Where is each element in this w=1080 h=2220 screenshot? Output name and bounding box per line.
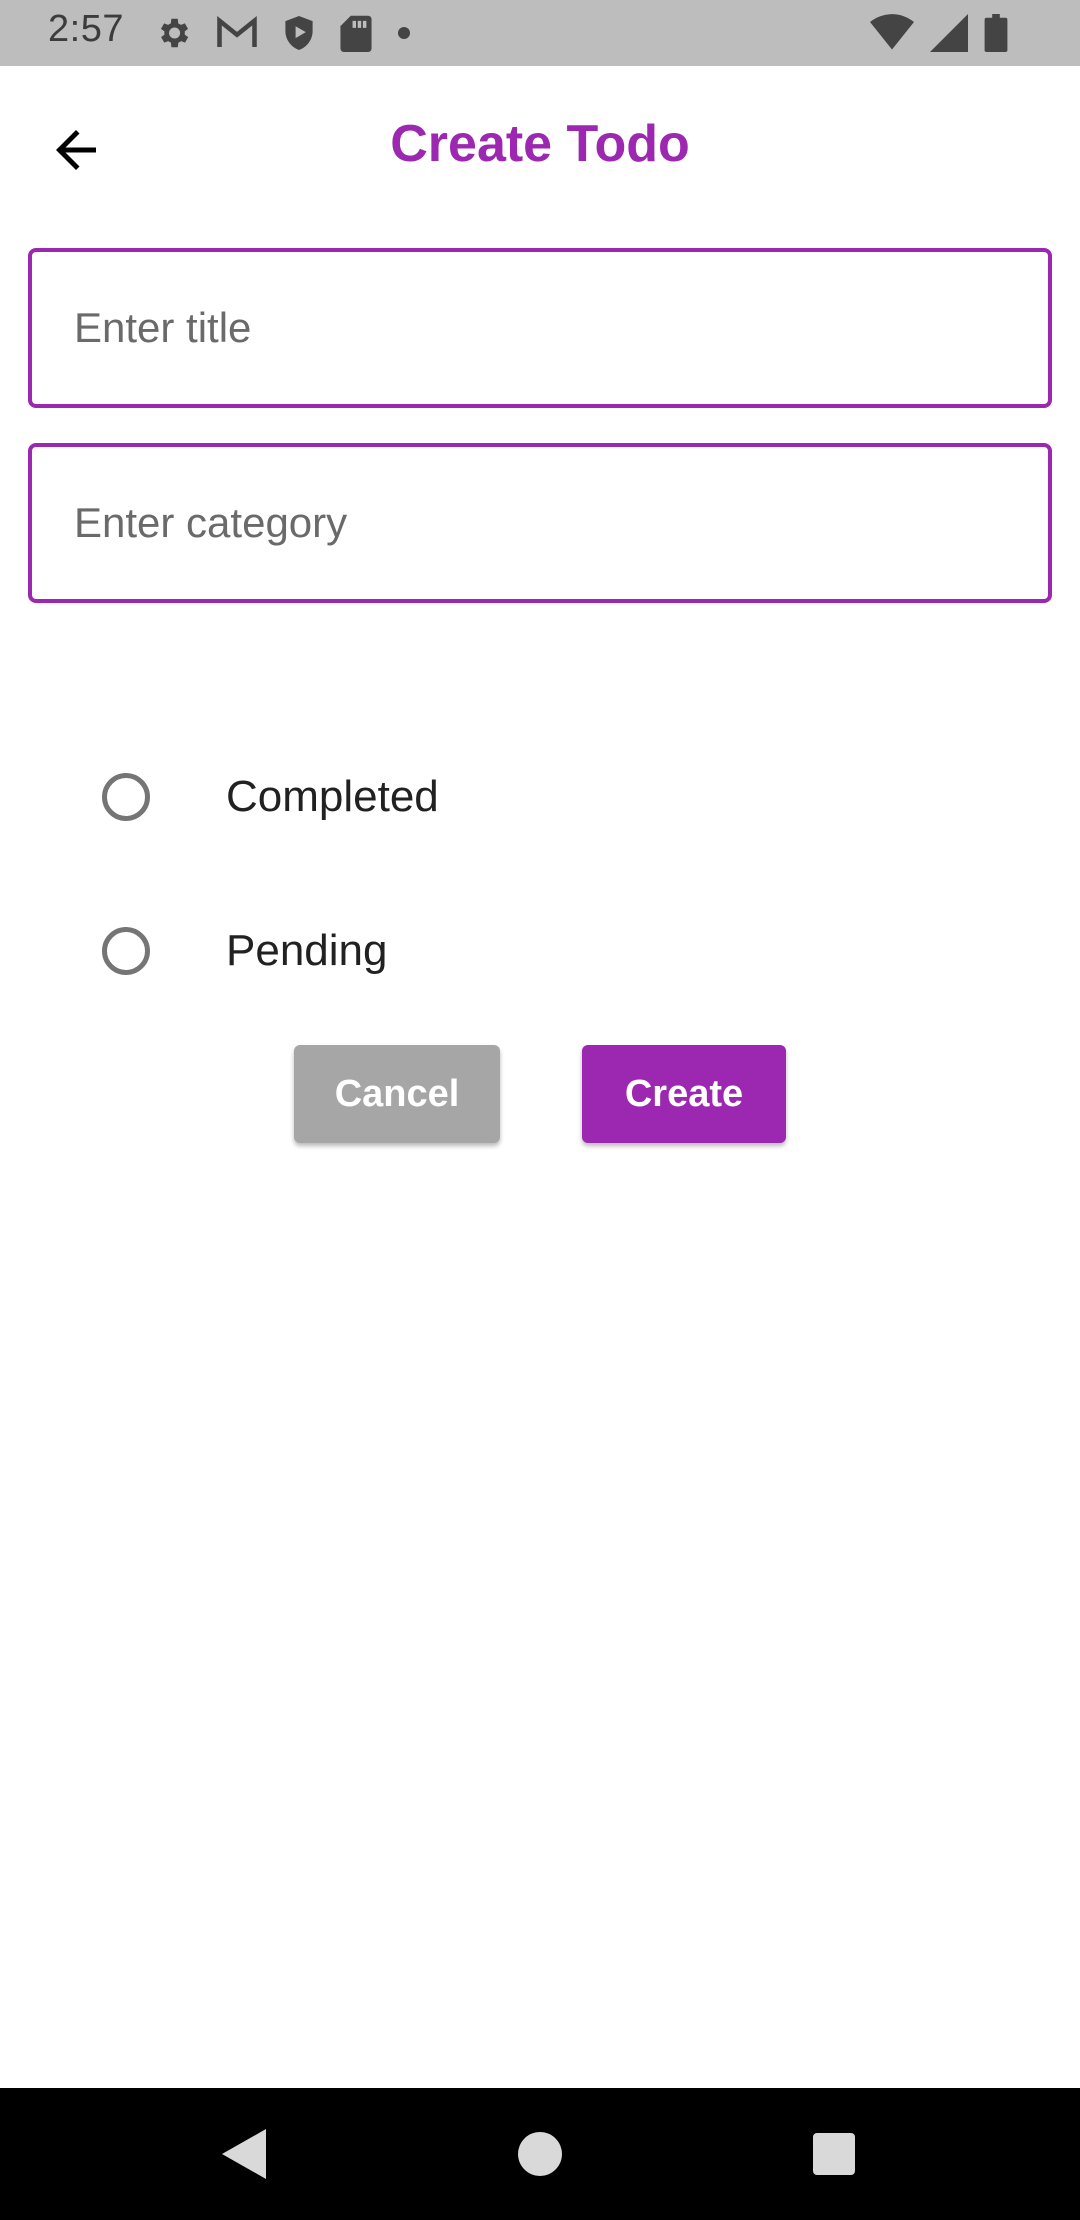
screen: 2:57 Create Todo Enter title Enter categ… [0,0,1080,2220]
home-circle-icon [518,2132,562,2176]
status-bar: 2:57 [0,0,1080,66]
system-nav-bar [0,2088,1080,2220]
status-icons-left [154,14,412,57]
create-button[interactable]: Create [582,1045,786,1143]
title-field[interactable] [28,248,1052,408]
radio-button-completed[interactable] [102,773,150,821]
nav-recents-button[interactable] [774,2088,894,2220]
radio-option-pending[interactable]: Pending [0,901,1080,1001]
recents-square-icon [813,2133,855,2175]
battery-icon [984,14,1008,57]
sd-card-icon [340,14,372,57]
radio-option-completed[interactable]: Completed [0,747,1080,847]
wifi-icon [870,14,914,57]
category-field[interactable] [28,443,1052,603]
status-time: 2:57 [48,8,124,50]
dot-icon [396,14,412,57]
page-title: Create Todo [390,115,690,173]
nav-home-button[interactable] [480,2088,600,2220]
category-input[interactable] [32,447,1048,599]
gmail-icon [216,16,258,55]
radio-button-pending[interactable] [102,927,150,975]
app-bar: Create Todo [0,66,1080,222]
cell-signal-icon [930,14,968,57]
settings-icon [154,14,192,57]
nav-back-button[interactable] [184,2088,304,2220]
cancel-button[interactable]: Cancel [294,1045,500,1143]
back-triangle-icon [222,2129,266,2179]
shield-icon [282,14,316,57]
title-input[interactable] [32,252,1048,404]
radio-label-pending: Pending [226,926,388,975]
status-icons-right [870,14,1008,57]
radio-label-completed: Completed [226,772,439,821]
